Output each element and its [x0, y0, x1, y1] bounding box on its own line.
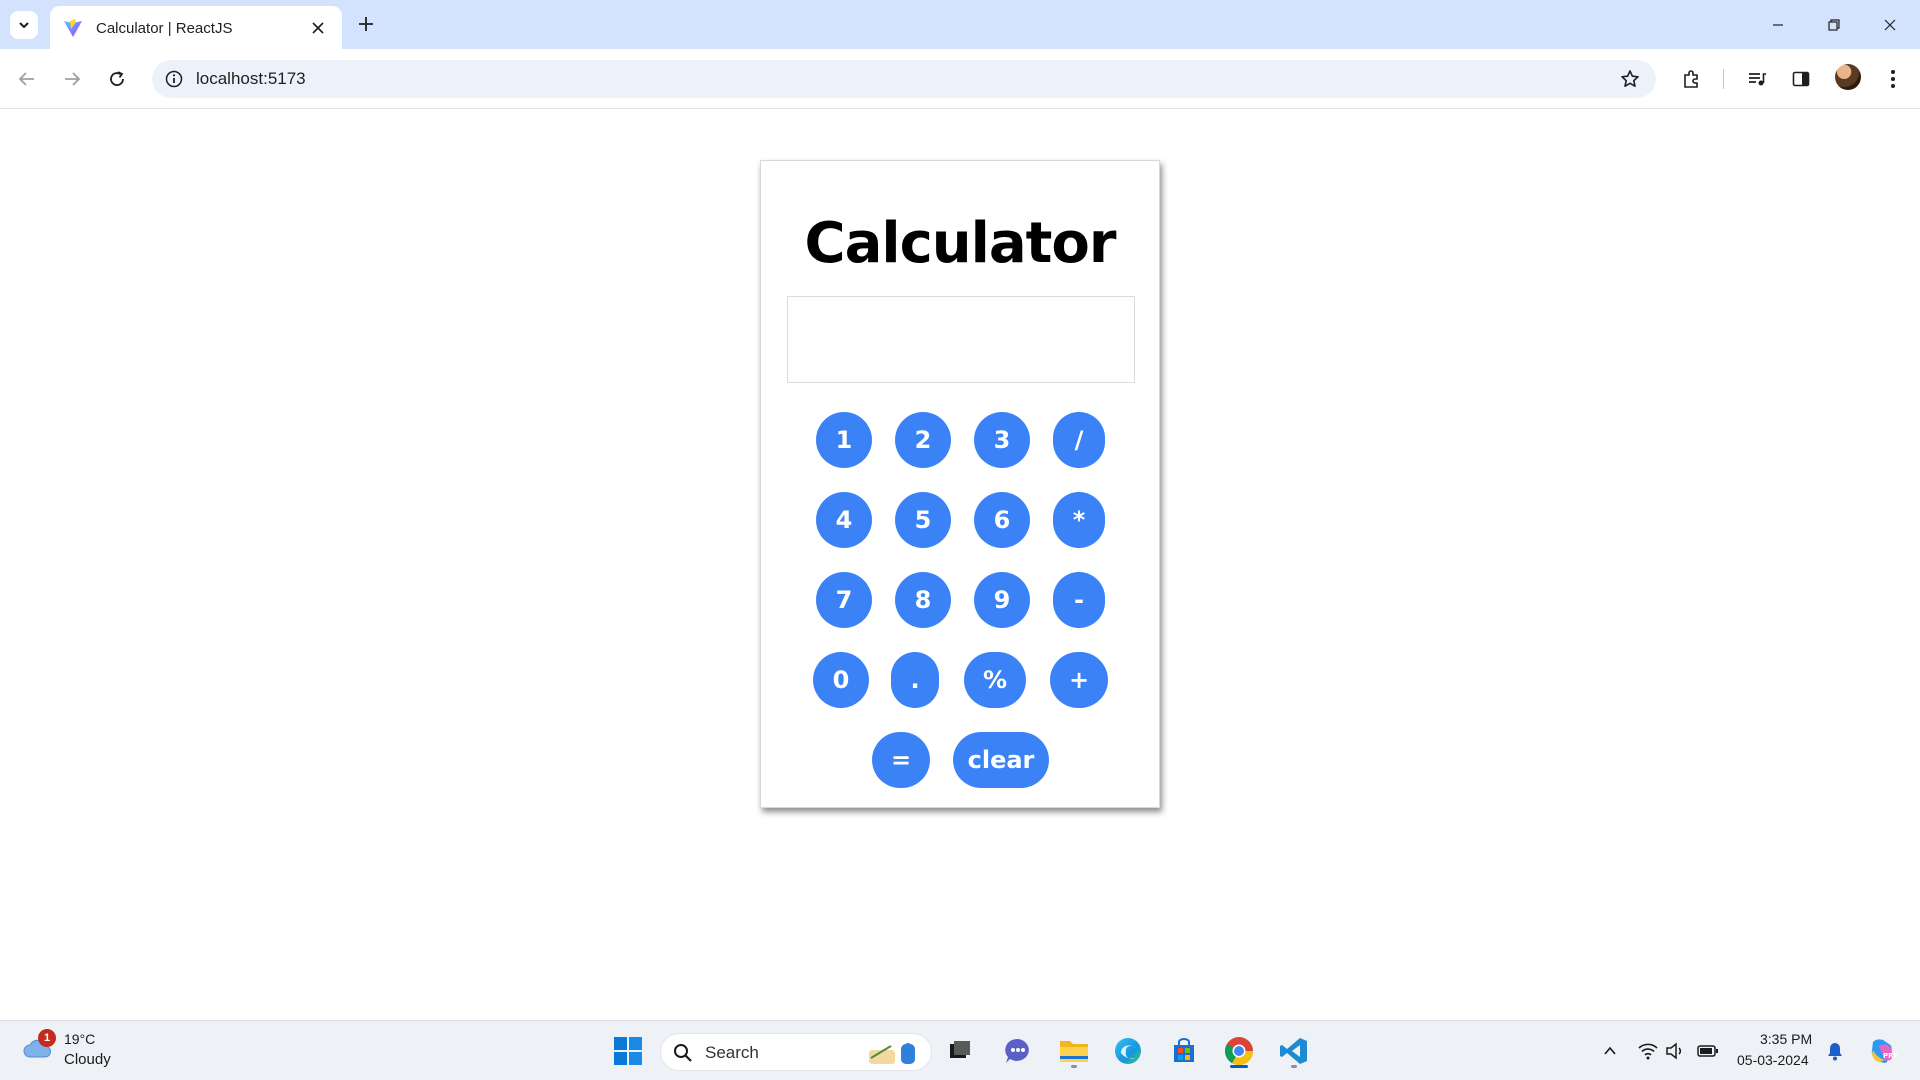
restore-button[interactable]: [1814, 10, 1854, 40]
edge-button[interactable]: [1108, 1031, 1148, 1071]
chrome-button[interactable]: [1219, 1031, 1259, 1071]
side-panel-button[interactable]: [1786, 64, 1816, 94]
new-tab-button[interactable]: [354, 12, 378, 36]
chevron-up-icon: [1604, 1046, 1616, 1055]
wifi-icon[interactable]: [1636, 1039, 1660, 1063]
key-9-button[interactable]: 9: [974, 572, 1030, 628]
site-info-icon[interactable]: [162, 67, 186, 91]
weather-temperature: 19°C: [64, 1031, 96, 1047]
calculator-title: Calculator: [804, 211, 1117, 276]
show-hidden-icons-button[interactable]: [1598, 1039, 1622, 1063]
tab-title: Calculator | ReactJS: [96, 19, 233, 37]
percent-button[interactable]: %: [964, 652, 1026, 708]
active-indicator: [1230, 1065, 1248, 1068]
notification-bell-icon[interactable]: [1823, 1039, 1847, 1063]
subtract-button[interactable]: -: [1053, 572, 1105, 628]
media-control-button[interactable]: [1742, 64, 1772, 94]
browser-toolbar: localhost:5173: [0, 49, 1920, 109]
start-button[interactable]: [608, 1031, 648, 1071]
restore-icon: [1828, 19, 1840, 31]
minimize-button[interactable]: [1758, 10, 1798, 40]
page-content: Calculator 1 2 3 / 4 5 6 * 7 8 9 - 0 . %…: [0, 110, 1920, 1020]
arrow-left-icon: [18, 72, 34, 86]
file-explorer-button[interactable]: [1054, 1031, 1094, 1071]
arrow-right-icon: [65, 72, 81, 86]
close-tab-icon[interactable]: [308, 18, 328, 38]
calculator-card: Calculator 1 2 3 / 4 5 6 * 7 8 9 - 0 . %…: [760, 160, 1160, 808]
tab-search-button[interactable]: [10, 11, 38, 39]
key-0-button[interactable]: 0: [813, 652, 869, 708]
key-4-button[interactable]: 4: [816, 492, 872, 548]
search-highlight-icon: [869, 1043, 915, 1064]
minimize-icon: [1773, 24, 1783, 26]
volume-icon[interactable]: [1663, 1039, 1687, 1063]
battery-icon[interactable]: [1696, 1039, 1720, 1063]
close-window-button[interactable]: [1870, 10, 1910, 40]
key-1-button[interactable]: 1: [816, 412, 872, 468]
profile-avatar[interactable]: [1835, 64, 1861, 90]
running-indicator: [1071, 1065, 1077, 1068]
vscode-button[interactable]: [1274, 1031, 1314, 1071]
browser-menu-button[interactable]: [1878, 64, 1908, 94]
file-explorer-icon: [1060, 1041, 1088, 1062]
forward-button[interactable]: [57, 64, 87, 94]
vite-logo-icon: [62, 17, 84, 39]
taskbar-search-box[interactable]: Search: [660, 1033, 932, 1071]
divide-button[interactable]: /: [1053, 412, 1105, 468]
multiply-button[interactable]: *: [1053, 492, 1105, 548]
toolbar-divider: [1723, 69, 1724, 89]
back-button[interactable]: [12, 64, 42, 94]
extensions-button[interactable]: [1676, 64, 1706, 94]
kebab-menu-icon: [1891, 70, 1895, 88]
equals-button[interactable]: =: [872, 732, 930, 788]
puzzle-icon: [1684, 70, 1698, 88]
address-bar[interactable]: localhost:5173: [152, 60, 1656, 98]
plus-icon: [359, 17, 373, 31]
key-2-button[interactable]: 2: [895, 412, 951, 468]
windows-start-icon: [614, 1037, 642, 1065]
microsoft-store-icon: [1174, 1038, 1194, 1062]
add-button[interactable]: +: [1050, 652, 1108, 708]
key-3-button[interactable]: 3: [974, 412, 1030, 468]
svg-text:PRE: PRE: [1883, 1052, 1897, 1060]
reload-button[interactable]: [102, 64, 132, 94]
url-text[interactable]: localhost:5173: [196, 69, 306, 89]
taskbar: 1 19°C Cloudy Search 3:35 PM 05-03-2024 …: [0, 1020, 1920, 1080]
key-6-button[interactable]: 6: [974, 492, 1030, 548]
running-indicator: [1291, 1065, 1297, 1068]
browser-tab-active[interactable]: Calculator | ReactJS: [50, 6, 342, 50]
chevron-down-icon: [19, 22, 29, 29]
weather-condition: Cloudy: [64, 1051, 111, 1068]
search-label: Search: [705, 1043, 759, 1062]
chat-icon: [1005, 1038, 1029, 1063]
task-view-icon: [950, 1041, 970, 1058]
chat-button[interactable]: [998, 1031, 1038, 1071]
media-queue-icon: [1749, 73, 1766, 86]
copilot-icon[interactable]: PRE: [1866, 1035, 1898, 1067]
edge-icon: [1115, 1038, 1141, 1064]
search-icon: [674, 1044, 692, 1062]
close-icon: [1884, 19, 1896, 31]
clock-time[interactable]: 3:35 PM: [1760, 1031, 1812, 1047]
chrome-icon: [1225, 1037, 1253, 1065]
key-7-button[interactable]: 7: [816, 572, 872, 628]
key-5-button[interactable]: 5: [895, 492, 951, 548]
store-button[interactable]: [1164, 1031, 1204, 1071]
key-8-button[interactable]: 8: [895, 572, 951, 628]
clock-date[interactable]: 05-03-2024: [1737, 1052, 1809, 1068]
vscode-icon: [1280, 1038, 1307, 1064]
decimal-button[interactable]: .: [891, 652, 939, 708]
browser-tab-strip: Calculator | ReactJS: [0, 0, 1920, 50]
bookmark-star-icon[interactable]: [1618, 67, 1642, 91]
calculator-display[interactable]: [787, 296, 1135, 383]
notification-badge: 1: [38, 1029, 56, 1047]
reload-icon: [110, 71, 124, 86]
side-panel-icon: [1792, 71, 1810, 87]
clear-button[interactable]: clear: [953, 732, 1049, 788]
task-view-button[interactable]: [940, 1031, 980, 1071]
